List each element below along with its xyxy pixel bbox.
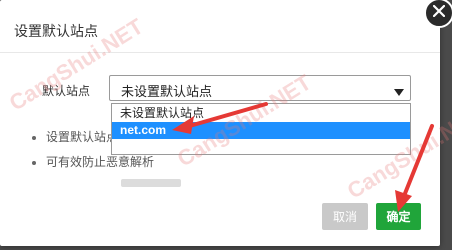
confirm-button[interactable]: 确定: [376, 203, 421, 230]
set-default-site-dialog: 设置默认站点 默认站点 未设置默认站点 设置默认站点 可有效防止恶意解析 未设置…: [0, 0, 440, 246]
option-label: 未设置默认站点: [120, 106, 205, 120]
default-site-select[interactable]: 未设置默认站点: [109, 75, 411, 101]
tip-text: 设置默认站点: [46, 130, 119, 144]
dropdown-option-selected[interactable]: net.com: [112, 122, 410, 139]
default-site-label: 默认站点: [42, 84, 91, 98]
close-icon: [432, 4, 446, 22]
dropdown-option[interactable]: [112, 139, 410, 187]
blurred-option-text: [121, 179, 181, 187]
select-current-value: 未设置默认站点: [121, 84, 213, 99]
cancel-button[interactable]: 取消: [322, 203, 368, 230]
bullet-icon: [32, 160, 36, 165]
tip-item: 设置默认站点: [32, 128, 118, 145]
caret-down-icon: [394, 84, 404, 102]
bullet-icon: [32, 135, 36, 140]
option-label: net.com: [120, 123, 167, 137]
dropdown-option[interactable]: 未设置默认站点: [112, 105, 410, 122]
tip-text: 可有效防止恶意解析: [46, 155, 155, 169]
dialog-title: 设置默认站点: [14, 23, 98, 39]
close-button[interactable]: [424, 0, 452, 28]
default-site-dropdown: 未设置默认站点 net.com: [111, 103, 411, 187]
option-label: [112, 140, 120, 154]
title-divider: [0, 52, 440, 53]
